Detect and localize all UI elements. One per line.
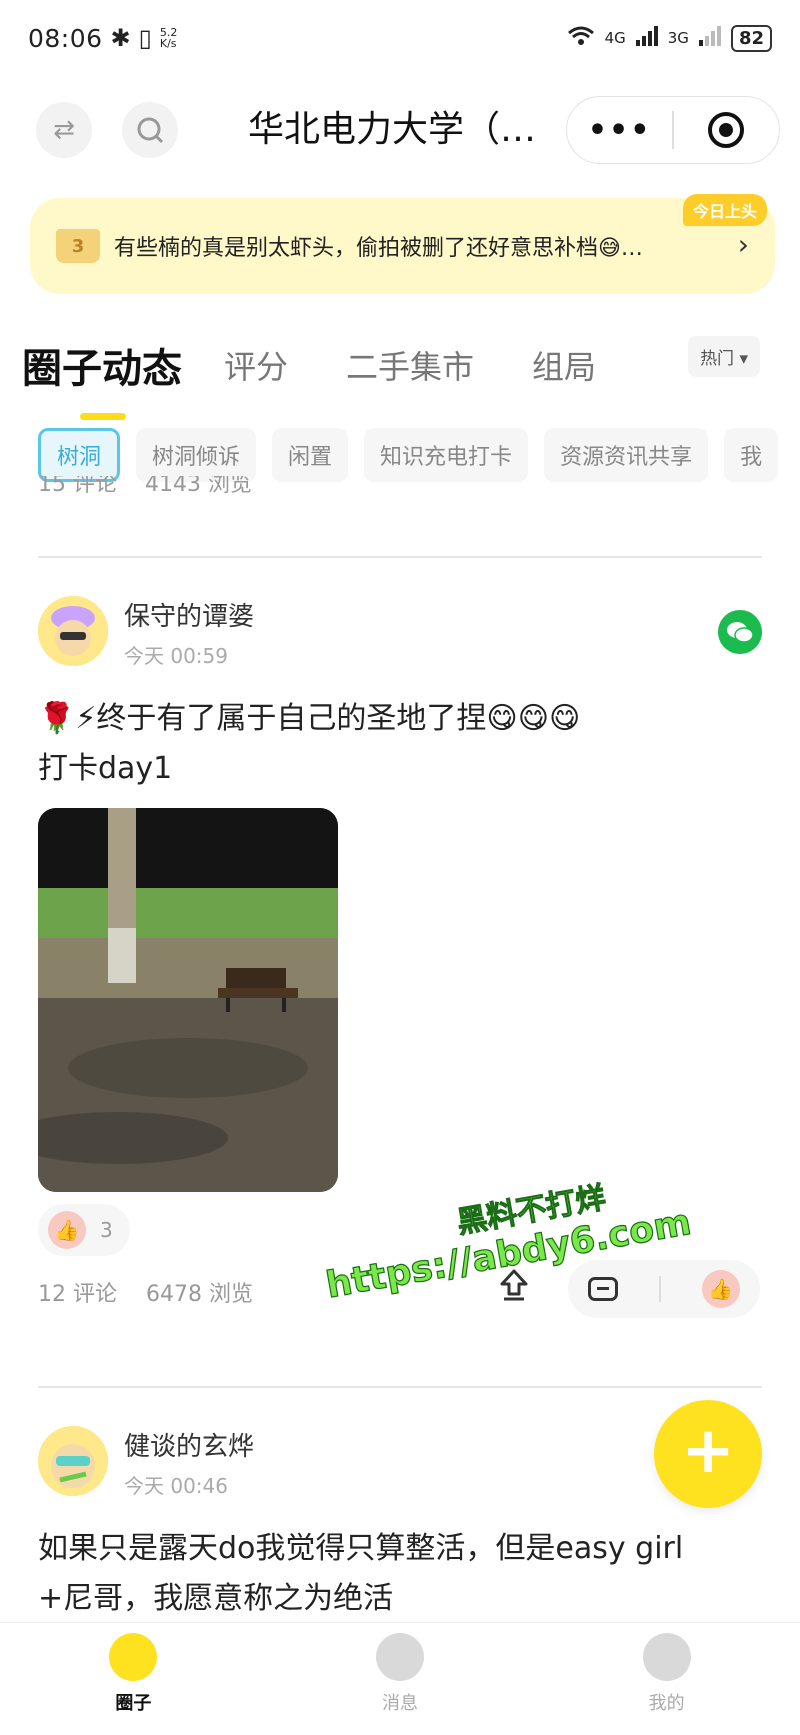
post-stats: 12 评论 6478 浏览: [38, 1276, 275, 1308]
profile-icon: [642, 1633, 691, 1681]
post-text-line: +尼哥，我愿意称之为绝活: [38, 1581, 394, 1616]
tab-active-indicator: [80, 413, 126, 420]
chip-resources[interactable]: 资源资讯共享: [544, 428, 709, 482]
previous-post-stats: 15 评论 4143 浏览: [38, 476, 252, 498]
nav-profile[interactable]: 我的: [533, 1623, 800, 1735]
post-text-line: 如果只是露天do我觉得只算整活，但是easy girl: [38, 1531, 684, 1566]
avatar[interactable]: [38, 596, 108, 666]
actions-divider: [659, 1276, 661, 1302]
tab-second-hand[interactable]: 二手集市: [346, 342, 474, 388]
bottom-nav: 圈子 消息 我的: [0, 1622, 800, 1735]
divider: [38, 1386, 762, 1388]
signal-4g-label: 4G: [604, 29, 626, 47]
wechat-icon[interactable]: [718, 610, 762, 654]
close-miniprogram-button[interactable]: [674, 112, 779, 148]
wifi-icon: [567, 25, 595, 51]
status-bar: 08:06 ✱ ▯ 5.2 K/s 4G 3G 82: [0, 0, 800, 76]
create-post-button[interactable]: +: [654, 1400, 762, 1508]
view-count: 6478 浏览: [146, 1282, 253, 1307]
post-time: 今天 00:59: [124, 644, 228, 668]
header: ⇄ 华北电力大学（… •••: [0, 92, 800, 168]
thumbs-up-icon: 👍: [48, 1211, 86, 1249]
tab-rating[interactable]: 评分: [224, 342, 288, 388]
like-icon[interactable]: 👍: [701, 1270, 740, 1308]
chevron-right-icon: ›: [737, 228, 749, 261]
sort-dropdown[interactable]: 热门 ▾: [688, 336, 760, 377]
net-speed-unit: K/s: [159, 37, 177, 50]
previous-view-count: 4143 浏览: [144, 476, 252, 497]
search-icon[interactable]: [122, 102, 178, 158]
nav-circle[interactable]: 圈子: [0, 1623, 267, 1735]
like-count: 3: [100, 1218, 113, 1242]
main-tabs: 圈子动态 评分 二手集市 组局 热门 ▾: [22, 330, 782, 420]
author-name[interactable]: 健谈的玄烨: [124, 1426, 254, 1463]
chip-mine[interactable]: 我: [724, 428, 779, 482]
post-text: 如果只是露天do我觉得只算整活，但是easy girl +尼哥，我愿意称之为绝活: [38, 1524, 762, 1624]
chip-tree-hole[interactable]: 树洞: [38, 428, 121, 482]
banner-text: 有些楠的真是别太虾头，偷拍被删了还好意思补档😅…: [114, 236, 643, 261]
post-text-line: 打卡day1: [38, 751, 173, 786]
author-name[interactable]: 保守的谭婆: [124, 596, 254, 633]
battery-indicator: 82: [730, 24, 772, 52]
bluetooth-icon: ✱: [110, 24, 131, 52]
comment-icon[interactable]: [588, 1277, 619, 1301]
hot-topic-banner[interactable]: 3 有些楠的真是别太虾头，偷拍被删了还好意思补档😅… › 今日上头: [30, 194, 775, 294]
target-icon: [708, 112, 745, 148]
previous-post-footer: 15 评论 4143 浏览: [38, 476, 762, 506]
chip-confide[interactable]: 树洞倾诉: [136, 428, 257, 482]
crown-rank-icon: 3: [56, 229, 100, 263]
post-text-line: 🌹⚡终于有了属于自己的圣地了捏😋😋😋: [38, 701, 581, 736]
page-title: 华北电力大学（…: [248, 109, 537, 150]
more-button[interactable]: •••: [567, 113, 672, 148]
post-actions: 👍: [568, 1260, 760, 1318]
plus-icon: +: [681, 1414, 735, 1488]
tab-meetup[interactable]: 组局: [532, 342, 596, 388]
nav-messages[interactable]: 消息: [267, 1623, 534, 1735]
net-speed: 5.2 K/s: [159, 27, 178, 50]
avatar[interactable]: [38, 1426, 108, 1496]
tab-label: 圈子动态: [22, 346, 182, 392]
miniprogram-capsule: •••: [566, 96, 780, 164]
nav-label: 我的: [648, 1693, 685, 1714]
nav-label: 圈子: [115, 1693, 152, 1714]
category-chips: 树洞 树洞倾诉 闲置 知识充电打卡 资源资讯共享 我: [38, 428, 800, 482]
chip-knowledge[interactable]: 知识充电打卡: [364, 428, 529, 482]
previous-comment-count: 15 评论: [38, 476, 117, 497]
like-count-chip[interactable]: 👍 3: [38, 1204, 130, 1256]
post-time: 今天 00:46: [124, 1474, 228, 1498]
nav-label: 消息: [382, 1693, 418, 1714]
tab-circle-feed[interactable]: 圈子动态: [22, 336, 182, 420]
signal-bars-icon: [635, 26, 658, 50]
vibrate-icon: ▯: [138, 24, 152, 52]
signal-3g-label: 3G: [667, 29, 689, 47]
switch-icon[interactable]: ⇄: [36, 102, 92, 158]
rank-number: 3: [71, 235, 85, 257]
post-text: 🌹⚡终于有了属于自己的圣地了捏😋😋😋 打卡day1: [38, 694, 762, 794]
hot-today-badge: 今日上头: [682, 194, 767, 226]
bell-icon: [376, 1633, 424, 1681]
signal-bars-icon-2: [698, 26, 721, 50]
post-image[interactable]: [38, 808, 338, 1192]
divider: [38, 556, 762, 558]
circle-icon: [109, 1633, 158, 1681]
chip-idle[interactable]: 闲置: [272, 428, 349, 482]
status-time: 08:06: [28, 23, 103, 53]
comment-count: 12 评论: [38, 1282, 117, 1307]
